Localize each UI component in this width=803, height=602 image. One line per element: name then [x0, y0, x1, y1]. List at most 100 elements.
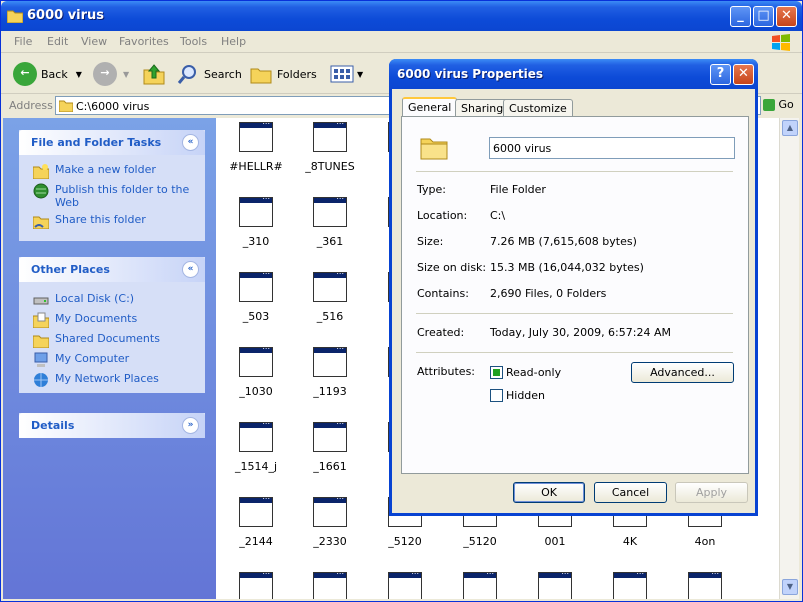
file-item[interactable]: _1193 [295, 342, 365, 398]
make-new-folder-link[interactable]: Make a new folder [33, 163, 156, 179]
file-name: _516 [316, 310, 344, 323]
forward-arrow-icon: → [93, 62, 117, 86]
windows-logo-icon [772, 34, 790, 51]
menu-view[interactable]: View [81, 35, 107, 48]
search-button[interactable]: Search [177, 60, 242, 88]
back-button[interactable]: ← Back ▼ [13, 60, 82, 88]
file-item[interactable]: #HELLR# [221, 118, 291, 173]
task-pane: File and Folder Tasks « Make a new folde… [3, 118, 216, 599]
menu-file[interactable]: File [14, 35, 32, 48]
application-icon [239, 417, 273, 452]
shared-documents-label: Shared Documents [55, 332, 160, 345]
help-button[interactable]: ? [710, 64, 731, 85]
menu-edit[interactable]: Edit [47, 35, 68, 48]
file-folder-tasks-title: File and Folder Tasks [31, 136, 162, 149]
file-item[interactable]: _516 [295, 267, 365, 323]
other-places-title: Other Places [31, 263, 110, 276]
file-item[interactable] [670, 567, 740, 599]
size-value: 7.26 MB (7,615,608 bytes) [490, 235, 637, 248]
views-button[interactable]: ▼ [330, 60, 363, 88]
file-item[interactable] [520, 567, 590, 599]
collapse-chevron-icon[interactable]: « [182, 261, 199, 278]
application-icon [538, 567, 572, 599]
file-item[interactable] [370, 567, 440, 599]
application-icon [239, 567, 273, 599]
window-title: 6000 virus [27, 8, 105, 23]
application-icon [239, 492, 273, 527]
file-item[interactable] [221, 567, 291, 599]
file-item[interactable]: _2330 [295, 492, 365, 548]
minimize-button[interactable]: _ [730, 6, 751, 27]
file-folder-tasks-box: File and Folder Tasks « Make a new folde… [19, 130, 205, 241]
created-label: Created: [417, 326, 465, 339]
folder-name-input[interactable]: 6000 virus [489, 137, 735, 159]
title-bar[interactable]: 6000 virus _ □ ✕ [1, 1, 802, 31]
expand-chevron-icon[interactable]: » [182, 417, 199, 434]
go-arrow-icon [763, 99, 775, 111]
attributes-label: Attributes: [417, 365, 476, 378]
advanced-button[interactable]: Advanced... [631, 362, 734, 383]
file-folder-tasks-header[interactable]: File and Folder Tasks « [19, 130, 205, 155]
contains-label: Contains: [417, 287, 469, 300]
general-panel: 6000 virus Type: File Folder Location: C… [401, 116, 749, 474]
folder-icon [59, 100, 73, 112]
dialog-close-button[interactable]: ✕ [733, 64, 754, 85]
maximize-button[interactable]: □ [753, 6, 774, 27]
file-name: _310 [242, 235, 270, 248]
hidden-label[interactable]: Hidden [506, 389, 545, 402]
my-documents-label: My Documents [55, 312, 138, 325]
share-folder-link[interactable]: Share this folder [33, 213, 146, 229]
folders-button[interactable]: Folders [250, 60, 317, 88]
file-item[interactable] [595, 567, 665, 599]
file-item[interactable]: _2144 [221, 492, 291, 548]
ok-button[interactable]: OK [513, 482, 585, 503]
scroll-up-arrow-icon[interactable]: ▲ [782, 120, 798, 136]
go-button[interactable]: Go [763, 98, 794, 111]
my-documents-link[interactable]: My Documents [33, 312, 137, 328]
file-name: _1514_j [234, 460, 278, 473]
file-item[interactable]: _361 [295, 192, 365, 248]
share-folder-label: Share this folder [55, 213, 146, 226]
network-icon [34, 373, 48, 387]
file-name: 4on [694, 535, 716, 548]
contains-value: 2,690 Files, 0 Folders [490, 287, 607, 300]
menu-favorites[interactable]: Favorites [119, 35, 169, 48]
read-only-label[interactable]: Read-only [506, 366, 561, 379]
cancel-button[interactable]: Cancel [594, 482, 667, 503]
file-item[interactable]: _1661 [295, 417, 365, 473]
scroll-down-arrow-icon[interactable]: ▼ [782, 579, 798, 595]
read-only-checkbox[interactable] [490, 366, 503, 379]
file-item[interactable]: _1030 [221, 342, 291, 398]
collapse-chevron-icon[interactable]: « [182, 134, 199, 151]
dialog-title-bar[interactable]: 6000 virus Properties ? ✕ [389, 59, 758, 89]
my-computer-link[interactable]: My Computer [33, 352, 129, 368]
other-places-header[interactable]: Other Places « [19, 257, 205, 282]
documents-folder-icon [33, 312, 49, 328]
file-item[interactable]: _1514_j [221, 417, 291, 473]
file-item[interactable] [445, 567, 515, 599]
vertical-scrollbar[interactable]: ▲ ▼ [779, 118, 799, 599]
tab-general[interactable]: General [402, 97, 458, 118]
file-name: _5120 [388, 535, 422, 548]
details-header[interactable]: Details » [19, 413, 205, 438]
file-item[interactable]: _310 [221, 192, 291, 248]
file-item[interactable]: _503 [221, 267, 291, 323]
tab-sharing[interactable]: Sharing [455, 99, 510, 117]
application-icon [688, 567, 722, 599]
hidden-checkbox[interactable] [490, 389, 503, 402]
my-network-places-link[interactable]: My Network Places [33, 372, 159, 388]
publish-folder-link[interactable]: Publish this folder to the Web [33, 183, 193, 209]
forward-button[interactable]: → ▼ [93, 60, 129, 88]
menu-tools[interactable]: Tools [180, 35, 207, 48]
up-folder-button[interactable] [142, 60, 166, 88]
apply-button[interactable]: Apply [675, 482, 748, 503]
menu-help[interactable]: Help [221, 35, 246, 48]
close-button[interactable]: ✕ [776, 6, 797, 27]
shared-documents-link[interactable]: Shared Documents [33, 332, 160, 348]
local-disk-link[interactable]: Local Disk (C:) [33, 292, 134, 308]
file-item[interactable] [295, 567, 365, 599]
location-label: Location: [417, 209, 468, 222]
application-icon [239, 192, 273, 227]
file-item[interactable]: _8TUNES [295, 118, 365, 173]
tab-customize[interactable]: Customize [503, 99, 573, 117]
